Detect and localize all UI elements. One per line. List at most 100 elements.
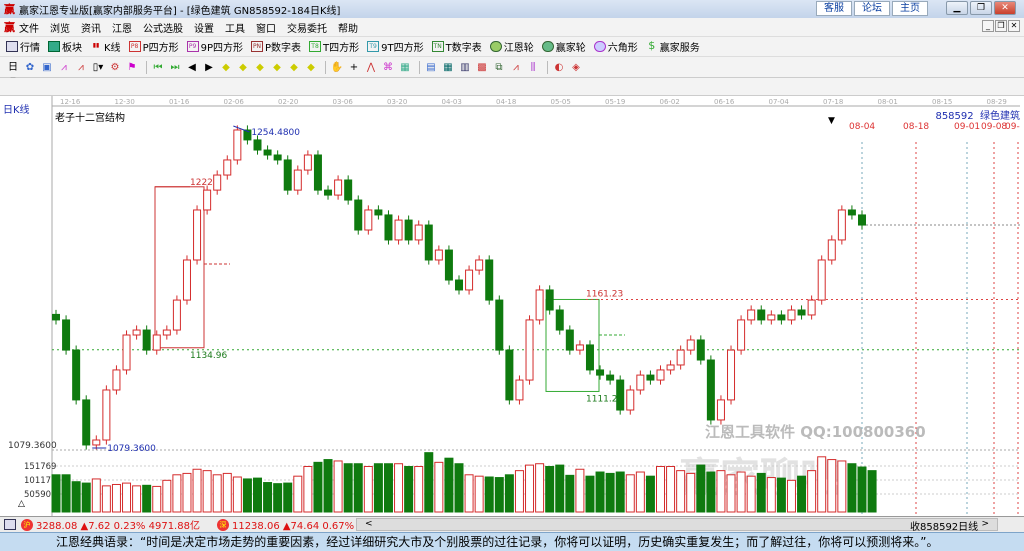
- candle-body: [525, 319, 534, 381]
- toolbar-t-square[interactable]: T8 T四方形: [309, 39, 359, 54]
- future-date-label: 09-: [1005, 122, 1020, 132]
- date-tick: 04-03: [442, 98, 462, 106]
- color-icon[interactable]: ◈: [569, 61, 583, 74]
- expand-v-icon[interactable]: ◆: [287, 61, 301, 74]
- candle-body: [384, 214, 393, 241]
- zoom-in-icon[interactable]: ◆: [219, 61, 233, 74]
- note-icon[interactable]: ▣: [40, 61, 54, 74]
- shrink-v-icon[interactable]: ◆: [304, 61, 318, 74]
- candle-body: [344, 179, 353, 201]
- minimize-button[interactable]: ▁: [946, 1, 968, 15]
- menu-browse[interactable]: 浏览: [50, 20, 70, 35]
- toolbar-sectors[interactable]: 板块: [48, 39, 82, 54]
- date-tick: 12-16: [60, 98, 81, 106]
- menu-tools[interactable]: 工具: [225, 20, 245, 35]
- window-title: 赢家江恩专业版[赢家内部服务平台] - [绿色建筑 GN858592-184日K…: [19, 5, 341, 17]
- volume-bar: [253, 477, 262, 513]
- link-home[interactable]: 主页: [892, 1, 928, 16]
- period-dropdown[interactable]: 日▾: [6, 61, 20, 86]
- volume-bar: [383, 463, 393, 513]
- candle-body: [273, 154, 282, 161]
- shape-tool-icon[interactable]: ⌘: [381, 61, 395, 74]
- toolbar-p-table[interactable]: PN P数字表: [251, 39, 301, 54]
- scroll-left-button[interactable]: <: [365, 519, 373, 530]
- toolbar-gann-wheel[interactable]: 江恩轮: [489, 39, 534, 54]
- calendar-icon[interactable]: ▤: [424, 61, 438, 74]
- flag-icon[interactable]: ⚑: [125, 61, 139, 74]
- candle-body: [686, 339, 695, 351]
- kline-chart[interactable]: 12-16 12-30 01-16 02-06 02-20 03-06 03-20 04-03…: [0, 96, 1024, 516]
- link-forum[interactable]: 论坛: [854, 1, 890, 16]
- crosshair-icon[interactable]: +: [347, 61, 361, 74]
- toolbar-winner-wheel[interactable]: 赢家轮: [541, 39, 586, 54]
- network-icon[interactable]: ⧉: [492, 61, 506, 74]
- mdi-restore-button[interactable]: ❐: [995, 20, 1007, 32]
- chart-icon[interactable]: ⩘: [57, 61, 71, 74]
- volume-bar: [232, 476, 242, 513]
- horizontal-scrollbar[interactable]: < >: [356, 518, 998, 531]
- hand-icon[interactable]: ✋: [330, 61, 344, 74]
- toolbar-p-square[interactable]: P8 P四方形: [128, 39, 179, 54]
- candle-body: [535, 289, 544, 321]
- toolbar-kline[interactable]: ▮▮ K线: [90, 39, 121, 54]
- last-icon[interactable]: ⏭: [168, 61, 182, 74]
- restore-button[interactable]: ❐: [970, 1, 992, 15]
- chart2-icon[interactable]: ⩘: [74, 61, 88, 74]
- menu-window[interactable]: 窗口: [256, 20, 276, 35]
- toolbar-t-table[interactable]: TN T数字表: [431, 39, 482, 54]
- app-logo-icon: 赢: [4, 3, 15, 16]
- candle-body: [495, 299, 504, 351]
- toolbar-hexagon[interactable]: 六角形: [593, 39, 638, 54]
- scroll-right-button[interactable]: >: [981, 519, 989, 530]
- report-icon[interactable]: ▥: [458, 61, 472, 74]
- right-icon[interactable]: ▶: [202, 61, 216, 74]
- shrink-h-icon[interactable]: ◆: [270, 61, 284, 74]
- menu-news[interactable]: 资讯: [81, 20, 101, 35]
- sh-index[interactable]: 沪 3288.08 ▲7.62 0.23% 4971.88亿: [18, 517, 200, 532]
- link-service[interactable]: 客服: [816, 1, 852, 16]
- toolbar-quotes[interactable]: 行情: [6, 39, 40, 54]
- volume-bar: [81, 482, 91, 513]
- date-tick: 02-20: [278, 98, 298, 106]
- close-button[interactable]: ✕: [994, 1, 1016, 15]
- candle-body: [444, 249, 453, 281]
- candle-body: [203, 189, 212, 211]
- candle-body: [283, 159, 292, 191]
- first-icon[interactable]: ⏮: [151, 61, 165, 74]
- pattern-icon[interactable]: ✿: [23, 61, 37, 74]
- trend-icon[interactable]: ⩘: [509, 61, 523, 74]
- toolbar-9p-square[interactable]: P9 9P四方形: [186, 39, 243, 54]
- left-icon[interactable]: ◀: [185, 61, 199, 74]
- volume-bar: [162, 479, 172, 513]
- menu-file[interactable]: 文件: [19, 20, 39, 35]
- indicator-dropdown[interactable]: ▯▾: [91, 61, 105, 74]
- text-tool-icon[interactable]: ▦: [398, 61, 412, 74]
- line-tool-icon[interactable]: ⋀: [364, 61, 378, 74]
- mdi-minimize-button[interactable]: _: [982, 20, 994, 32]
- zoom-out-icon[interactable]: ◆: [236, 61, 250, 74]
- candles-icon: ▮▮: [92, 42, 100, 49]
- toolbar-label: 9P四方形: [200, 43, 243, 54]
- volume-bar: [776, 477, 786, 513]
- menu-trade[interactable]: 交易委托: [287, 20, 327, 35]
- toolbar-9t-square[interactable]: T9 9T四方形: [367, 39, 424, 54]
- mdi-close-button[interactable]: ✕: [1008, 20, 1020, 32]
- settings-icon[interactable]: ⚙: [108, 61, 122, 74]
- candle-body: [253, 139, 262, 151]
- toolbar-service[interactable]: $ 赢家服务: [646, 39, 700, 54]
- volume-bar: [242, 478, 252, 513]
- volume-bar: [71, 481, 81, 513]
- expand-h-icon[interactable]: ◆: [253, 61, 267, 74]
- menu-formula[interactable]: 公式选股: [143, 20, 183, 35]
- candle-body: [807, 299, 816, 316]
- future-date-label: 08-18: [903, 122, 929, 132]
- volume-bar: [202, 470, 212, 513]
- menu-gann[interactable]: 江恩: [112, 20, 132, 35]
- volume-bar: [797, 475, 807, 513]
- menu-settings[interactable]: 设置: [194, 20, 214, 35]
- calculator-icon[interactable]: ▦: [441, 61, 455, 74]
- bars-icon[interactable]: ⫼: [526, 61, 540, 74]
- save-icon[interactable]: ▩: [475, 61, 489, 74]
- sync-icon[interactable]: ◐: [552, 61, 566, 74]
- menu-help[interactable]: 帮助: [338, 20, 358, 35]
